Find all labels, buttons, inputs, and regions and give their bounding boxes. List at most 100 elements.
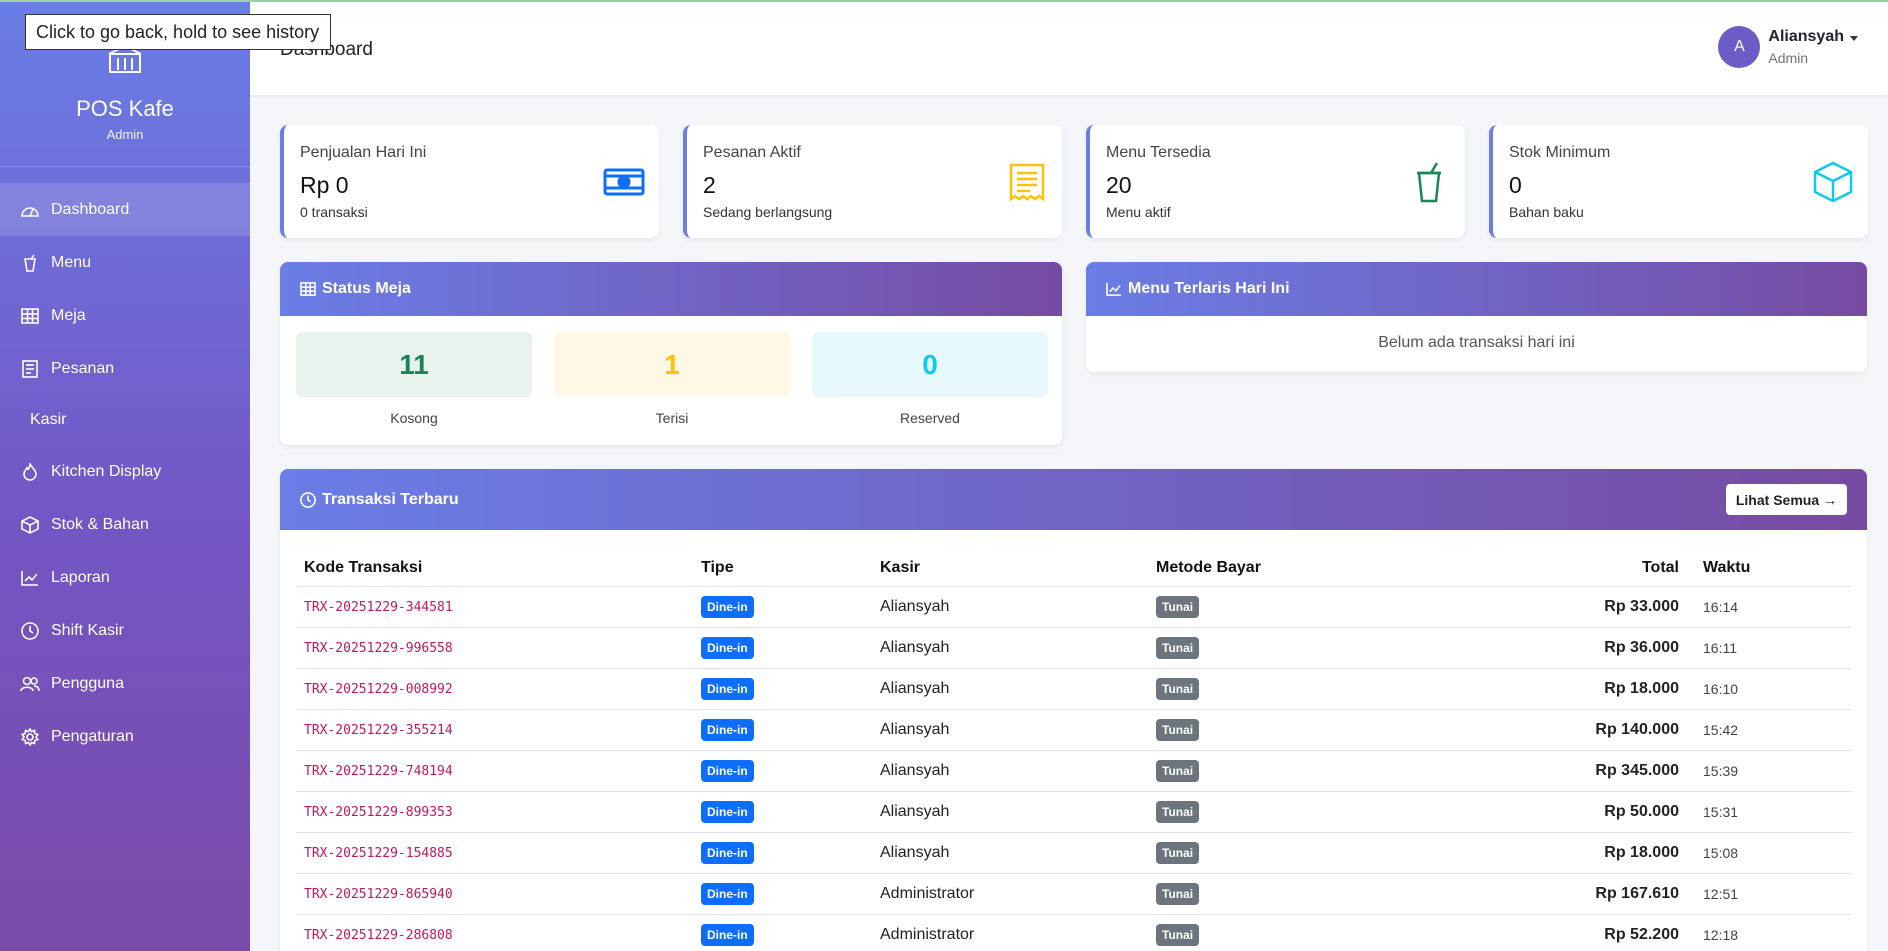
cashier-name: Aliansyah	[872, 791, 1148, 833]
meja-terisi-label: Terisi	[655, 410, 689, 426]
sidebar-item-label: Shift Kasir	[51, 621, 124, 639]
sidebar-item-menu[interactable]: Menu	[0, 236, 250, 289]
payment-badge: Tunai	[1156, 882, 1200, 905]
meja-terisi-count: 1	[554, 332, 790, 397]
sidebar-item-stok-bahan[interactable]: Stok & Bahan	[0, 498, 250, 551]
table-row[interactable]: TRX-20251229-154885 Dine-in Aliansyah Tu…	[296, 832, 1851, 874]
total-amount: Rp 140.000	[1438, 709, 1695, 751]
sidebar-item-label: Kasir	[30, 411, 67, 428]
meja-reserved-count: 0	[812, 332, 1048, 397]
table-row[interactable]: TRX-20251229-008992 Dine-in Aliansyah Tu…	[296, 668, 1851, 710]
sidebar-item-label: Pengaturan	[51, 727, 134, 745]
user-menu[interactable]: A Aliansyah Admin	[1718, 26, 1858, 68]
payment-badge: Tunai	[1156, 718, 1200, 741]
cashier-name: Administrator	[872, 914, 1148, 951]
sidebar-item-pengaturan[interactable]: Pengaturan	[0, 710, 250, 763]
payment-badge: Tunai	[1156, 636, 1200, 659]
table-row[interactable]: TRX-20251229-996558 Dine-in Aliansyah Tu…	[296, 627, 1851, 669]
column-header[interactable]: Kode Transaksi	[296, 550, 693, 587]
table-row[interactable]: TRX-20251229-899353 Dine-in Aliansyah Tu…	[296, 791, 1851, 833]
transaction-time: 16:10	[1695, 668, 1851, 710]
type-badge: Dine-in	[701, 882, 754, 905]
transaction-code[interactable]: TRX-20251229-154885	[304, 846, 453, 861]
transaction-code[interactable]: TRX-20251229-865940	[304, 887, 453, 902]
cashier-name: Aliansyah	[872, 709, 1148, 751]
total-amount: Rp 52.200	[1438, 914, 1695, 951]
cashier-name: Aliansyah	[872, 750, 1148, 792]
transaction-code[interactable]: TRX-20251229-344581	[304, 600, 453, 615]
transaction-code[interactable]: TRX-20251229-899353	[304, 805, 453, 820]
gear-icon	[19, 726, 41, 748]
sidebar-item-pengguna[interactable]: Pengguna	[0, 657, 250, 710]
clock-icon	[19, 620, 41, 642]
cashier-name: Aliansyah	[872, 832, 1148, 874]
stat-label: Penjualan Hari Ini	[300, 144, 427, 161]
table-row[interactable]: TRX-20251229-344581 Dine-in Aliansyah Tu…	[296, 586, 1851, 628]
transaction-time: 12:51	[1695, 873, 1851, 915]
stat-value: 0	[1509, 172, 1522, 198]
brand-title: POS Kafe	[76, 96, 174, 121]
sidebar-item-label: Laporan	[51, 568, 110, 586]
stat-sub: Bahan baku	[1509, 204, 1584, 220]
sidebar-nav: Dashboard Menu Meja Pesanan Kasir Kitche…	[0, 183, 250, 763]
cashier-name: Aliansyah	[872, 668, 1148, 710]
type-badge: Dine-in	[701, 595, 754, 618]
column-header[interactable]: Tipe	[693, 550, 872, 587]
sidebar-item-kitchen-display[interactable]: Kitchen Display	[0, 445, 250, 498]
menu-terlaris-panel: Menu Terlaris Hari Ini	[1086, 262, 1867, 372]
transaction-code[interactable]: TRX-20251229-008992	[304, 682, 453, 697]
total-amount: Rp 33.000	[1438, 586, 1695, 628]
cashier-name: Aliansyah	[872, 627, 1148, 669]
column-header[interactable]: Metode Bayar	[1148, 550, 1438, 587]
sidebar-item-meja[interactable]: Meja	[0, 289, 250, 342]
payment-badge: Tunai	[1156, 923, 1200, 946]
top-header: Dashboard A Aliansyah Admin	[250, 2, 1888, 95]
type-badge: Dine-in	[701, 759, 754, 782]
sidebar-item-laporan[interactable]: Laporan	[0, 551, 250, 604]
back-button-tooltip: Click to go back, hold to see history	[25, 14, 331, 50]
table-row[interactable]: TRX-20251229-286808 Dine-in Administrato…	[296, 914, 1851, 951]
sidebar-item-pesanan[interactable]: Pesanan	[0, 342, 250, 395]
meja-kosong-count: 11	[296, 332, 532, 397]
transaction-code[interactable]: TRX-20251229-748194	[304, 764, 453, 779]
sidebar-item-label: Pesanan	[51, 359, 115, 377]
column-header[interactable]: Total	[1438, 550, 1695, 587]
stat-value: 20	[1106, 172, 1132, 198]
table-row[interactable]: TRX-20251229-865940 Dine-in Administrato…	[296, 873, 1851, 915]
sidebar-item-shift-kasir[interactable]: Shift Kasir	[0, 604, 250, 657]
payment-badge: Tunai	[1156, 841, 1200, 864]
stat-label: Stok Minimum	[1509, 144, 1611, 161]
stat-sub: 0 transaksi	[300, 204, 368, 220]
column-header[interactable]: Waktu	[1695, 550, 1851, 587]
table-row[interactable]: TRX-20251229-748194 Dine-in Aliansyah Tu…	[296, 750, 1851, 792]
table-row[interactable]: TRX-20251229-355214 Dine-in Aliansyah Tu…	[296, 709, 1851, 751]
type-badge: Dine-in	[701, 677, 754, 700]
total-amount: Rp 345.000	[1438, 750, 1695, 792]
cup-icon	[19, 252, 41, 274]
meja-reserved-label: Reserved	[900, 410, 960, 426]
sidebar-item-label: Dashboard	[51, 200, 130, 218]
sidebar-item-kasir[interactable]: Kasir	[0, 395, 250, 445]
total-amount: Rp 167.610	[1438, 873, 1695, 915]
chart-icon	[19, 567, 41, 589]
transaction-code[interactable]: TRX-20251229-286808	[304, 928, 453, 943]
lihat-semua-button[interactable]: Lihat Semua →	[1725, 484, 1847, 515]
clock-icon	[300, 491, 316, 508]
meja-kosong-label: Kosong	[390, 410, 438, 426]
chevron-down-icon	[1850, 35, 1858, 41]
transaction-time: 12:18	[1695, 914, 1851, 951]
sidebar-item-dashboard[interactable]: Dashboard	[0, 183, 250, 236]
user-role: Admin	[1768, 50, 1809, 66]
transaction-code[interactable]: TRX-20251229-355214	[304, 723, 453, 738]
stat-value: Rp 0	[300, 172, 349, 198]
column-header[interactable]: Kasir	[872, 550, 1148, 587]
transaction-code[interactable]: TRX-20251229-996558	[304, 641, 453, 656]
type-badge: Dine-in	[701, 636, 754, 659]
page-load-bar	[0, 0, 1888, 2]
panel-title: Menu Terlaris Hari Ini	[1128, 280, 1290, 297]
chart-icon	[1106, 281, 1122, 297]
fire-icon	[19, 461, 41, 483]
panel-header: Menu Terlaris Hari Ini	[1086, 262, 1867, 316]
type-badge: Dine-in	[701, 800, 754, 823]
transaksi-table: Kode Transaksi Tipe Kasir Metode Bayar T…	[296, 550, 1851, 951]
